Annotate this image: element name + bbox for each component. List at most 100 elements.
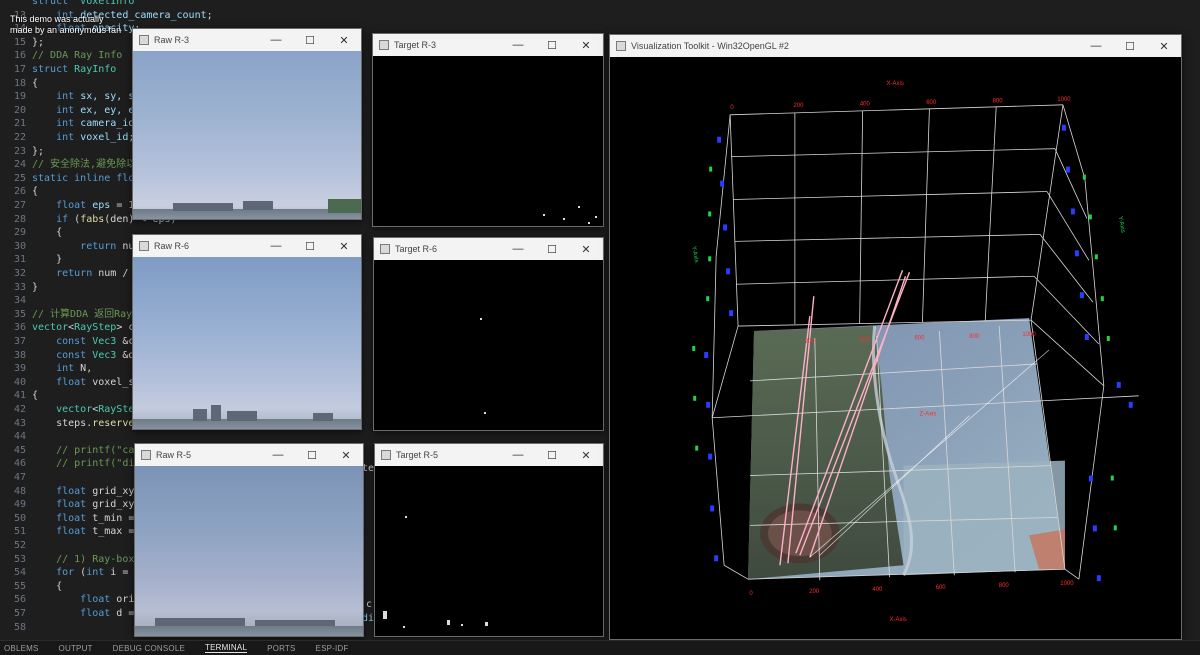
minimize-button[interactable]: — [1079,35,1113,57]
close-button[interactable]: ✕ [327,235,361,257]
minimize-button[interactable]: — [501,34,535,56]
minimize-button[interactable]: — [259,29,293,51]
demo-overlay-text: This demo was actually made by an anonym… [10,14,121,36]
vtk-render-view[interactable]: 0 200 400 600 800 1000 0 200 400 600 800 1000 200 4… [610,57,1181,639]
close-button[interactable]: ✕ [327,29,361,51]
close-button[interactable]: ✕ [569,444,603,466]
code-line: 44 [0,430,32,444]
maximize-button[interactable]: ☐ [295,444,329,466]
minimize-button[interactable]: — [259,235,293,257]
close-button[interactable]: ✕ [569,34,603,56]
code-line: 42 vector<RayStep [0,403,140,417]
code-line: 19 int sx, sy, sz; [0,90,146,104]
x-tick-label: 200 [793,103,804,109]
raw-r6-window[interactable]: Raw R-6 — ☐ ✕ [132,234,362,430]
target-r5-window[interactable]: Target R-5 — ☐ ✕ [374,443,604,637]
code-line: 55 { [0,580,62,594]
code-line: 36 vector<RayStep> ca [0,321,140,335]
line-number: 17 [13,64,26,75]
line-number: 19 [13,91,26,103]
line-number: 18 [13,77,26,89]
minimize-button[interactable]: — [501,444,535,466]
target-r3-titlebar[interactable]: Target R-3 — ☐ ✕ [373,34,603,56]
target-r3-window[interactable]: Target R-3 — ☐ ✕ [372,33,604,227]
z-axis-title: Z-Axis [919,412,936,418]
axis-tick [709,166,713,172]
axis-marker [717,136,722,143]
code-line: 22 int voxel_id; [0,131,134,145]
code-line: 48 float grid_xyz_ [0,485,146,499]
axis-tick [1100,296,1104,302]
raw-r5-window[interactable]: Raw R-5 — ☐ ✕ [134,443,364,637]
axis-tick [695,445,699,451]
raw-r6-titlebar[interactable]: Raw R-6 — ☐ ✕ [133,235,361,257]
code-line: 25 static inline float [0,172,146,186]
line-number: 34 [13,295,26,307]
x-axis-title-bottom: X-Axis [890,617,907,623]
maximize-button[interactable]: ☐ [293,29,327,51]
target-r5-titlebar[interactable]: Target R-5 — ☐ ✕ [375,444,603,466]
axis-marker [708,453,713,460]
target-r6-titlebar[interactable]: Target R-6 — ☐ ✕ [374,238,603,260]
axis-tick [706,296,710,302]
line-number: 57 [13,608,26,619]
line-number: 42 [13,404,26,415]
panel-tab-ports[interactable]: PORTS [267,644,295,653]
minimize-button[interactable]: — [261,444,295,466]
maximize-button[interactable]: ☐ [535,444,569,466]
close-button[interactable]: ✕ [569,238,603,260]
code-line: 26{ [0,185,38,199]
axis-marker [720,180,725,187]
panel-tab-debug-console[interactable]: DEBUG CONSOLE [113,644,185,653]
raw-r3-titlebar[interactable]: Raw R-3 — ☐ ✕ [133,29,361,51]
axis-tick [708,256,712,262]
line-number: 51 [13,526,26,538]
code-line: 27 float eps = 1e [0,199,140,213]
axis-tick [1106,336,1110,342]
maximize-button[interactable]: ☐ [293,235,327,257]
target-r6-window[interactable]: Target R-6 — ☐ ✕ [373,237,604,431]
x-tick-label: 600 [926,100,937,106]
axis-marker [1084,334,1089,341]
code-line: 15}; [0,36,44,50]
line-number: 22 [13,132,26,143]
x-tick-label: 0 [730,105,734,111]
close-button[interactable]: ✕ [329,444,363,466]
overlay-line-1: This demo was actually [10,14,104,24]
line-number: 54 [13,567,26,579]
maximize-button[interactable]: ☐ [535,34,569,56]
close-button[interactable]: ✕ [1147,35,1181,57]
panel-tab-output[interactable]: OUTPUT [59,644,93,653]
y-axis-left-ticks [692,166,713,451]
x-tick-label: 600 [936,585,947,591]
line-number: 49 [13,499,26,511]
axis-marker [729,310,734,317]
minimize-button[interactable]: — [501,238,535,260]
axis-marker [1061,124,1066,131]
axis-marker [1088,475,1093,482]
y-axis-title-left: Y-Axis [690,246,699,264]
panel-tab-terminal[interactable]: TERMINAL [205,643,248,653]
maximize-button[interactable]: ☐ [535,238,569,260]
line-number: 58 [13,621,26,633]
code-line: 16// DDA Ray Info [0,49,122,63]
axis-marker [714,555,719,562]
raw-r5-titlebar[interactable]: Raw R-5 — ☐ ✕ [135,444,363,466]
vtk-titlebar[interactable]: Visualization Toolkit - Win32OpenGL #2 —… [610,35,1181,57]
raw-r3-window[interactable]: Raw R-3 — ☐ ✕ [132,28,362,220]
axis-tick [1082,174,1086,180]
panel-tab-oblems[interactable]: OBLEMS [4,644,39,653]
vtk-window[interactable]: Visualization Toolkit - Win32OpenGL #2 —… [609,34,1182,640]
panel-tab-esp-idf[interactable]: ESP-IDF [316,644,349,653]
y-axis-right-markers [1061,124,1133,582]
maximize-button[interactable]: ☐ [1113,35,1147,57]
vtk-3d-scene[interactable]: 0 200 400 600 800 1000 0 200 400 600 800 1000 200 4… [610,57,1181,637]
x-tick-label: 200 [809,589,820,595]
code-line: 57 float d = ( [0,607,146,621]
axis-tick [1088,214,1092,220]
line-number: 16 [13,50,26,62]
line-number: 39 [13,363,26,375]
x-tick-label: 800 [993,98,1004,104]
line-number: 41 [13,390,26,402]
axis-marker [706,401,711,408]
